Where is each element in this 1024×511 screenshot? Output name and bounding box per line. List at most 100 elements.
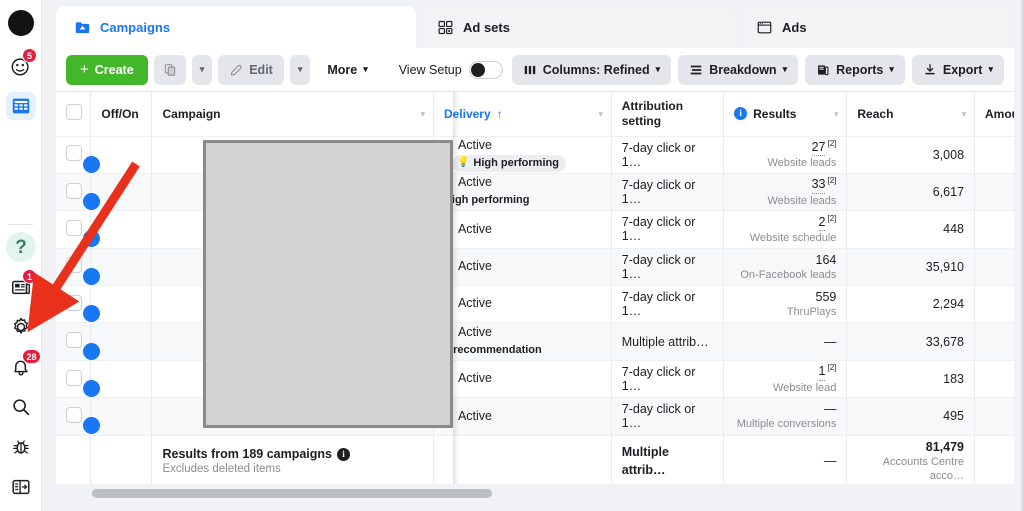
rail-item-avatar[interactable] (0, 0, 42, 46)
info-icon[interactable]: i (337, 447, 350, 461)
view-setup-switch[interactable] (468, 60, 503, 79)
search-icon (13, 399, 30, 416)
attribution-value: 7-day click or 1… (621, 140, 696, 169)
delivery-status: Active (443, 138, 601, 154)
rail-item-alerts[interactable]: 28 (0, 347, 42, 387)
rail-item-ads-manager[interactable] (0, 86, 42, 126)
gear-icon (13, 317, 29, 334)
row-onoff-cell[interactable] (83, 173, 153, 212)
info-icon[interactable]: i (734, 107, 748, 121)
footer-results-value: — (823, 454, 837, 468)
chevron-down-icon[interactable]: ▾ (834, 109, 838, 118)
rail-item-bug-report[interactable] (0, 427, 42, 467)
header-amount-spent[interactable]: Amount spent (974, 92, 1014, 137)
row-checkbox[interactable] (66, 294, 82, 311)
table-row[interactable]: Active 7-day click or 1… — Multiple convers… (56, 397, 1014, 436)
row-checkbox[interactable] (66, 369, 82, 386)
news-badge: 1 (22, 269, 37, 284)
row-amount-spent-cell: RM10,627.… (974, 248, 1014, 287)
edit-button[interactable]: Edit (218, 54, 284, 85)
select-all-checkbox[interactable] (66, 104, 82, 121)
header-delivery[interactable]: Delivery ↑ ▾ (433, 92, 612, 137)
rail-item-search[interactable] (0, 387, 42, 427)
view-setup-label: View Setup (398, 62, 462, 77)
row-onoff-cell[interactable] (83, 397, 153, 436)
row-reach-cell: 448 (846, 210, 976, 249)
chevron-down-icon[interactable]: ▾ (421, 109, 425, 118)
horizontal-scrollbar-track[interactable] (56, 488, 1014, 499)
rail-item-news[interactable]: 1 (0, 267, 42, 307)
row-onoff-cell[interactable] (83, 285, 153, 324)
results-value: 164 (815, 252, 837, 267)
delivery-status: Active (443, 221, 601, 238)
reports-button[interactable]: Reports ▾ (805, 54, 905, 85)
table-row[interactable]: Active 7-day click or 1… 559 ThruPlays 2,294… (56, 285, 1014, 324)
header-campaign[interactable]: Campaign ▾ (151, 92, 434, 137)
chevron-down-icon: ▾ (889, 64, 894, 74)
plus-icon: + (80, 61, 89, 78)
tab-adsets[interactable]: Ad sets (419, 6, 735, 48)
right-edge-shadow (1020, 0, 1024, 511)
row-onoff-cell[interactable] (83, 322, 153, 361)
tab-campaigns[interactable]: Campaigns (56, 6, 416, 48)
table-toolbar: + Create ▾ Edit ▾ More ▾ View Setup Colu… (56, 48, 1014, 92)
campaigns-table-container[interactable]: Off/On Campaign ▾ Delivery ↑ ▾ Attributi… (56, 92, 1014, 484)
row-onoff-cell[interactable] (83, 210, 153, 249)
delivery-status: Active (443, 409, 601, 425)
row-checkbox[interactable] (66, 332, 82, 349)
rail-item-notifications-faces[interactable]: 5 (0, 46, 42, 86)
more-button[interactable]: More ▾ (316, 55, 378, 85)
header-results[interactable]: i Results ▾ (723, 92, 848, 137)
row-onoff-cell[interactable] (83, 248, 153, 287)
row-onoff-cell[interactable] (83, 136, 153, 174)
delivery-sublabel: 💡 High performing (451, 155, 566, 172)
header-reach[interactable]: Reach ▾ (846, 92, 976, 137)
row-checkbox[interactable] (66, 219, 82, 236)
row-delivery-cell: Active 1 recommendation (433, 322, 612, 361)
columns-button[interactable]: Columns: Refined ▾ (511, 54, 672, 85)
table-row[interactable]: Active High performing 7-day click or 1… 33… (56, 173, 1014, 212)
horizontal-scrollbar-thumb[interactable] (92, 489, 492, 498)
tab-ads[interactable]: Ads (738, 6, 1014, 48)
results-value-wrap: 559 (816, 289, 837, 305)
results-value: — (823, 334, 837, 349)
export-button[interactable]: Export ▾ (911, 54, 1004, 85)
table-row[interactable]: Active 1 recommendation Multiple attrib… — 3… (56, 322, 1014, 361)
rail-item-panel-toggle[interactable] (0, 467, 42, 507)
row-checkbox[interactable] (66, 406, 82, 423)
chevron-down-icon[interactable]: ▾ (599, 109, 603, 118)
rail-item-help[interactable]: ? (0, 227, 42, 267)
table-row[interactable]: Active 7-day click or 1… 2 [2] Website sched… (56, 210, 1014, 249)
delivery-status-label: Active (457, 221, 492, 236)
results-label: Website leads (767, 157, 837, 170)
rail-item-settings[interactable] (0, 307, 42, 347)
row-checkbox[interactable] (66, 257, 82, 274)
header-select-all[interactable] (56, 92, 92, 137)
table-row[interactable]: Active 7-day click or 1… 1 [2] Website lead 1… (56, 360, 1014, 399)
header-attribution-setting[interactable]: Attribution setting (611, 92, 725, 137)
row-results-cell: 33 [2] Website leads (723, 173, 848, 212)
view-setup-toggle[interactable]: View Setup (398, 60, 505, 79)
row-results-cell: 559 ThruPlays (723, 285, 848, 324)
chevron-down-icon: ▾ (655, 64, 661, 74)
delivery-sublabel: 1 recommendation (443, 343, 542, 356)
adsets-grid-icon (438, 20, 453, 34)
duplicate-caret-button[interactable]: ▾ (191, 54, 213, 85)
table-row[interactable]: Active 💡 High performing 7-day click or 1… 2… (56, 136, 1014, 174)
reach-value: 183 (943, 371, 965, 386)
tab-adsets-label: Ad sets (463, 19, 510, 35)
row-amount-spent-cell: RM47.… (974, 360, 1014, 399)
breakdown-button[interactable]: Breakdown ▾ (678, 54, 799, 85)
row-checkbox[interactable] (66, 182, 82, 199)
table-row[interactable]: Active 7-day click or 1… 164 On-Facebook le… (56, 248, 1014, 287)
duplicate-button[interactable] (153, 54, 186, 85)
reach-value: 3,008 (932, 147, 965, 162)
row-amount-spent-cell: RM118.… (974, 136, 1014, 174)
header-delivery-label: Delivery ↑ (443, 106, 503, 121)
chevron-down-icon[interactable]: ▾ (962, 109, 966, 118)
edit-caret-button[interactable]: ▾ (289, 54, 311, 85)
create-button[interactable]: + Create (66, 54, 148, 85)
results-label: Multiple conversions (736, 418, 837, 431)
row-checkbox[interactable] (66, 145, 82, 162)
row-onoff-cell[interactable] (83, 360, 153, 399)
